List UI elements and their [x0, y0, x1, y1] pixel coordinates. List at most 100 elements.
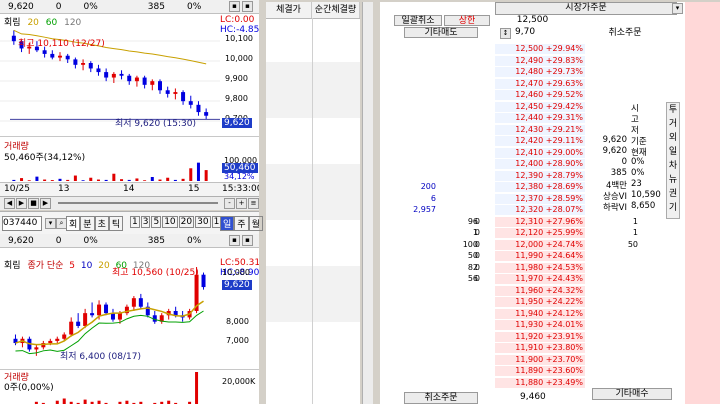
dropdown-icon[interactable]: ▾ [672, 3, 683, 14]
row-price-cell[interactable]: 12,420 +29.11% [495, 136, 585, 146]
orderbook-row[interactable]: 11,930 +24.01% [380, 320, 685, 330]
tab-day[interactable]: 일 [220, 216, 235, 231]
tab-month[interactable]: 월 [248, 216, 263, 231]
row-price-cell[interactable]: 11,920 +23.91% [495, 331, 585, 342]
row-price-cell[interactable]: 12,390 +28.79% [495, 170, 585, 181]
tab-week[interactable]: 주 [234, 216, 249, 231]
zoom-out-icon[interactable]: - [224, 198, 235, 209]
side-tab[interactable]: 일 [667, 145, 679, 159]
zoom-in-icon[interactable]: + [236, 198, 247, 209]
orderbook-row[interactable]: 11,940 +24.12% [380, 308, 685, 319]
row-price-cell[interactable]: 11,980 +24.53% [495, 262, 585, 273]
settings-icon[interactable]: ▪ [229, 235, 240, 246]
row-price-cell[interactable]: 12,120 +25.99% [495, 228, 585, 238]
orderbook-row[interactable]: 11,950 +24.22% [380, 297, 685, 307]
period-button[interactable]: 10 [162, 216, 178, 228]
orderbook-row[interactable]: 11,910 +23.80% [380, 343, 685, 353]
side-tab[interactable]: 뉴 [667, 173, 679, 187]
side-tab[interactable]: 기 [667, 201, 679, 215]
orderbook-row[interactable]: 12,470 +29.63% [380, 78, 685, 89]
orderbook-row[interactable]: 11,900 +23.70% [380, 354, 685, 365]
orderbook-row[interactable]: 96 0 12,310 +27.96% 1 [380, 216, 685, 227]
row-price-cell[interactable]: 11,900 +23.70% [495, 354, 585, 365]
side-tab[interactable]: 거 [667, 117, 679, 131]
row-price-cell[interactable]: 12,480 +29.73% [495, 67, 585, 77]
orderbook-row[interactable]: 50 0 11,990 +24.64% [380, 251, 685, 261]
volume-chart-2[interactable] [0, 370, 220, 404]
prev-icon[interactable]: ◀ [4, 198, 15, 209]
row-price-cell[interactable]: 12,490 +29.83% [495, 55, 585, 66]
orderbook-row[interactable]: 11,960 +24.32% [380, 285, 685, 296]
row-price-cell[interactable]: 12,440 +29.31% [495, 113, 585, 123]
row-price-cell[interactable]: 11,990 +24.64% [495, 251, 585, 261]
order-price-input[interactable]: 9,70 [515, 27, 535, 37]
period-button[interactable]: 3 [140, 216, 151, 228]
orderbook-row[interactable]: 100 0 12,000 +24.74% 50 [380, 239, 685, 250]
tab-tick-unit[interactable]: 회 [66, 216, 81, 231]
market-order-button[interactable]: 시장가주문 [495, 2, 677, 15]
period-button[interactable]: 20 [178, 216, 195, 228]
zoom-slider[interactable] [58, 202, 218, 204]
row-price-cell[interactable]: 12,400 +28.90% [495, 159, 585, 169]
tab-tick[interactable]: 틱 [108, 216, 124, 231]
period-button[interactable]: 30 [195, 216, 211, 228]
bottom-cancel-order-button[interactable]: 취소주문 [404, 392, 478, 404]
side-tab[interactable]: 차 [667, 159, 679, 173]
row-price-cell[interactable]: 12,000 +24.74% [495, 239, 585, 250]
stop-icon[interactable]: ■ [28, 198, 39, 209]
dropdown-icon[interactable]: ▾ [45, 218, 56, 229]
cancel-all-button[interactable]: 일괄취소 [394, 15, 442, 26]
row-price-cell[interactable]: 11,940 +24.12% [495, 308, 585, 319]
orderbook-row[interactable]: 12,490 +29.83% [380, 55, 685, 66]
orderbook-row[interactable]: 12,480 +29.73% [380, 67, 685, 77]
row-price-cell[interactable]: 12,460 +29.52% [495, 90, 585, 100]
side-tab[interactable]: 권 [667, 187, 679, 201]
row-price-cell[interactable]: 12,470 +29.63% [495, 78, 585, 89]
row-price-cell[interactable]: 12,310 +27.96% [495, 216, 585, 227]
row-price-cell[interactable]: 11,930 +24.01% [495, 320, 585, 330]
stepper-icon[interactable]: ↕ [500, 28, 511, 39]
period-button[interactable]: 1 [130, 216, 140, 228]
other-sell-button[interactable]: 기타매도 [404, 27, 478, 38]
reset-icon[interactable]: ≡ [248, 198, 259, 209]
side-tab[interactable]: 외 [667, 131, 679, 145]
tab-minute[interactable]: 분 [80, 216, 95, 231]
orderbook-row[interactable]: 12,500 +29.94% [380, 44, 685, 54]
row-price-cell[interactable]: 11,890 +23.60% [495, 366, 585, 376]
row-price-cell[interactable]: 11,910 +23.80% [495, 343, 585, 353]
row-price-cell[interactable]: 12,450 +29.42% [495, 101, 585, 112]
row-price-cell[interactable]: 12,380 +28.69% [495, 182, 585, 192]
side-tab[interactable]: 투 [667, 103, 679, 117]
row-price-cell[interactable]: 12,410 +29.00% [495, 147, 585, 158]
row-price-cell[interactable]: 11,960 +24.32% [495, 285, 585, 296]
minimize-icon[interactable]: ▪ [242, 1, 253, 12]
orderbook-row[interactable]: 11,890 +23.60% [380, 366, 685, 376]
row-price-cell[interactable]: 12,430 +29.21% [495, 124, 585, 135]
orderbook-row[interactable]: 11,880 +23.49% [380, 377, 685, 388]
order-column-sell[interactable] [685, 2, 720, 404]
minimize-icon[interactable]: ▪ [242, 235, 253, 246]
upper-limit-button[interactable]: 상한 [444, 15, 490, 26]
orderbook-row[interactable]: 82 0 11,980 +24.53% [380, 262, 685, 273]
settings-icon[interactable]: ▪ [229, 1, 240, 12]
row-price-cell[interactable]: 12,500 +29.94% [495, 44, 585, 54]
cancel-order-header[interactable]: 취소주문 [575, 26, 675, 40]
code-input[interactable]: 037440 [2, 216, 42, 231]
price-chart-1[interactable] [0, 13, 220, 133]
period-button[interactable]: 5 [151, 216, 162, 228]
scrollbar[interactable] [362, 2, 373, 404]
orderbook-row[interactable]: 11,920 +23.91% [380, 331, 685, 342]
orderbook-row[interactable]: 56 0 11,970 +24.43% [380, 274, 685, 284]
other-buy-button[interactable]: 기타매수 [592, 388, 672, 400]
orderbook-row[interactable]: 1 0 12,120 +25.99% 1 [380, 228, 685, 238]
row-price-cell[interactable]: 11,950 +24.22% [495, 297, 585, 307]
row-price-cell[interactable]: 12,320 +28.07% [495, 205, 585, 215]
volume-chart-1[interactable] [0, 137, 220, 181]
row-price-cell[interactable]: 11,880 +23.49% [495, 377, 585, 388]
play-icon[interactable]: ▶ [40, 198, 51, 209]
row-price-cell[interactable]: 12,370 +28.59% [495, 193, 585, 204]
row-price-cell[interactable]: 11,970 +24.43% [495, 274, 585, 284]
next-icon[interactable]: ▶ [16, 198, 27, 209]
orderbook-row[interactable]: 12,460 +29.52% [380, 90, 685, 100]
tab-second[interactable]: 초 [94, 216, 109, 231]
